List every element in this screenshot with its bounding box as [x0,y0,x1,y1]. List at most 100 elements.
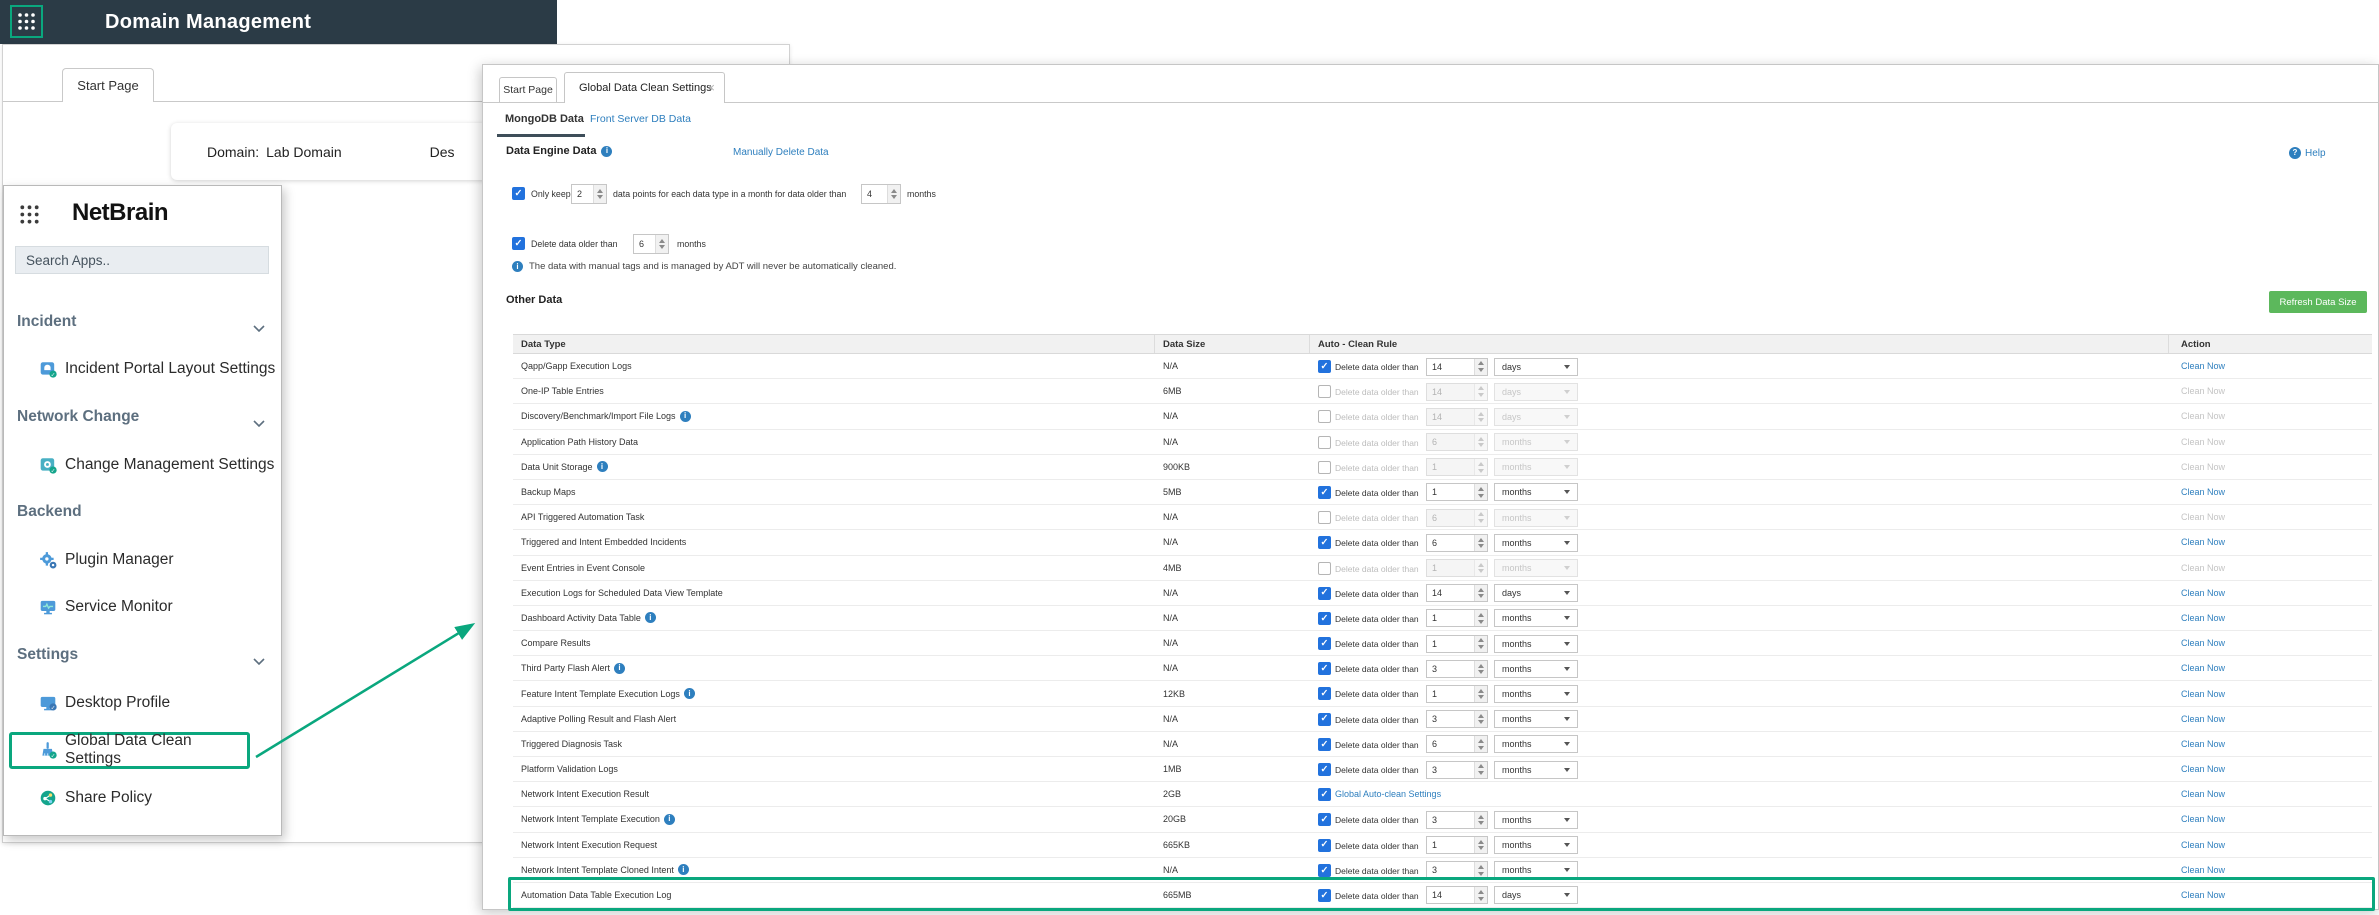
unit-select[interactable]: months [1494,735,1578,754]
unit-select[interactable]: months [1494,836,1578,855]
auto-clean-checkbox[interactable] [1318,637,1331,651]
days-value-input[interactable] [1427,358,1474,375]
clean-now-link[interactable]: Clean Now [2181,638,2225,648]
tab-global-data-clean-settings[interactable]: Global Data Clean Settings × [564,72,725,103]
auto-clean-checkbox[interactable] [1318,435,1331,449]
days-value-input[interactable] [1427,761,1474,778]
auto-clean-checkbox[interactable] [1318,813,1331,827]
stepper-arrows-icon[interactable] [1474,610,1487,627]
unit-select[interactable]: months [1494,760,1578,779]
info-icon[interactable]: i [679,410,691,422]
stepper-arrows-icon[interactable] [1474,761,1487,778]
auto-clean-checkbox[interactable] [1318,788,1331,802]
stepper-arrows-icon[interactable] [1474,660,1487,677]
days-value-input[interactable] [1427,736,1474,753]
clean-now-link[interactable]: Clean Now [2181,487,2225,497]
auto-clean-checkbox[interactable] [1318,511,1331,525]
sidebar-item-share-policy[interactable]: Share Policy [4,774,281,822]
chevron-down-icon[interactable] [253,414,265,432]
search-apps-input[interactable] [15,246,269,274]
stepper-arrows-icon[interactable] [593,185,606,203]
unit-select[interactable]: months [1494,684,1578,703]
stepper-arrows-icon[interactable] [1474,534,1487,551]
sidebar-item-global-data-clean-settings[interactable]: ✓ Global Data Clean Settings [4,726,281,774]
info-icon[interactable]: i [683,688,695,700]
clean-now-link[interactable]: Clean Now [2181,588,2225,598]
auto-clean-checkbox[interactable] [1318,360,1331,373]
auto-clean-checkbox[interactable] [1318,737,1331,751]
unit-select[interactable]: days [1494,584,1578,603]
clean-now-link[interactable]: Clean Now [2181,890,2225,900]
stepper-arrows-icon[interactable] [1474,837,1487,854]
sidebar-item-desktop-profile[interactable]: ✓ Desktop Profile [4,679,281,727]
stepper-arrows-icon[interactable] [1474,585,1487,602]
info-icon[interactable]: i [601,145,613,157]
unit-select[interactable]: months [1494,634,1578,653]
unit-select[interactable]: months [1494,609,1578,628]
stepper-arrows-icon[interactable] [655,235,668,253]
info-icon[interactable]: i [677,864,689,876]
clean-now-link[interactable]: Clean Now [2181,739,2225,749]
auto-clean-checkbox[interactable] [1318,611,1331,625]
chevron-down-icon[interactable] [253,652,265,670]
clean-now-link[interactable]: Clean Now [2181,814,2225,824]
days-value-input[interactable] [1427,887,1474,904]
stepper-arrows-icon[interactable] [1474,484,1487,501]
days-value-input[interactable] [1427,585,1474,602]
clean-now-link[interactable]: Clean Now [2181,689,2225,699]
tab-start-page-back[interactable]: Start Page [62,68,154,102]
stepper-arrows-icon[interactable] [1474,635,1487,652]
info-icon[interactable]: i [596,461,608,473]
auto-clean-checkbox[interactable] [1318,385,1331,399]
days-value-input[interactable] [1427,484,1474,501]
clean-now-link[interactable]: Clean Now [2181,764,2225,774]
global-auto-clean-settings-link[interactable]: Global Auto-clean Settings [1335,789,1441,799]
clean-now-link[interactable]: Clean Now [2181,714,2225,724]
refresh-data-size-button[interactable]: Refresh Data Size [2269,291,2367,313]
unit-select[interactable]: months [1494,810,1578,829]
stepper-arrows-icon[interactable] [1474,685,1487,702]
auto-clean-checkbox[interactable] [1318,586,1331,600]
clean-now-link[interactable]: Clean Now [2181,613,2225,623]
clean-now-link[interactable]: Clean Now [2181,361,2225,371]
days-value-input[interactable] [1427,660,1474,677]
info-icon[interactable]: i [663,813,675,825]
menu-section-backend[interactable]: Backend [4,488,281,536]
chevron-down-icon[interactable] [253,319,265,337]
rule2-value-input[interactable] [634,235,655,253]
stepper-arrows-icon[interactable] [1474,736,1487,753]
menu-section-incident[interactable]: Incident [4,298,281,346]
auto-clean-checkbox[interactable] [1318,460,1331,474]
clean-now-link[interactable]: Clean Now [2181,840,2225,850]
days-value-input[interactable] [1427,811,1474,828]
auto-clean-checkbox[interactable] [1318,410,1331,424]
info-icon[interactable]: i [644,612,656,624]
auto-clean-checkbox[interactable] [1318,838,1331,852]
rule2-checkbox[interactable] [512,237,525,250]
unit-select[interactable]: months [1494,710,1578,729]
sidebar-item-incident-portal-layout-settings[interactable]: ✓ Incident Portal Layout Settings [4,346,281,394]
stepper-arrows-icon[interactable] [887,185,900,203]
days-value-input[interactable] [1427,837,1474,854]
days-value-input[interactable] [1427,685,1474,702]
sidebar-item-change-management-settings[interactable]: ✓ Change Management Settings [4,441,281,489]
menu-grid-icon[interactable] [19,204,40,230]
unit-select[interactable]: months [1494,861,1578,880]
auto-clean-checkbox[interactable] [1318,687,1331,701]
stepper-arrows-icon[interactable] [1474,862,1487,879]
unit-select[interactable]: months [1494,483,1578,502]
auto-clean-checkbox[interactable] [1318,888,1331,902]
help-link[interactable]: ? Help [2289,147,2326,159]
subtab-mongodb-data[interactable]: MongoDB Data [505,113,584,125]
auto-clean-checkbox[interactable] [1318,662,1331,676]
sidebar-item-plugin-manager[interactable]: Plugin Manager [4,536,281,584]
info-icon[interactable]: i [614,662,626,674]
days-value-input[interactable] [1427,610,1474,627]
app-launcher-grid-icon[interactable] [10,5,43,38]
auto-clean-checkbox[interactable] [1318,485,1331,499]
rule1-months-input[interactable] [862,185,887,203]
days-value-input[interactable] [1427,862,1474,879]
auto-clean-checkbox[interactable] [1318,712,1331,726]
days-value-input[interactable] [1427,635,1474,652]
stepper-arrows-icon[interactable] [1474,811,1487,828]
